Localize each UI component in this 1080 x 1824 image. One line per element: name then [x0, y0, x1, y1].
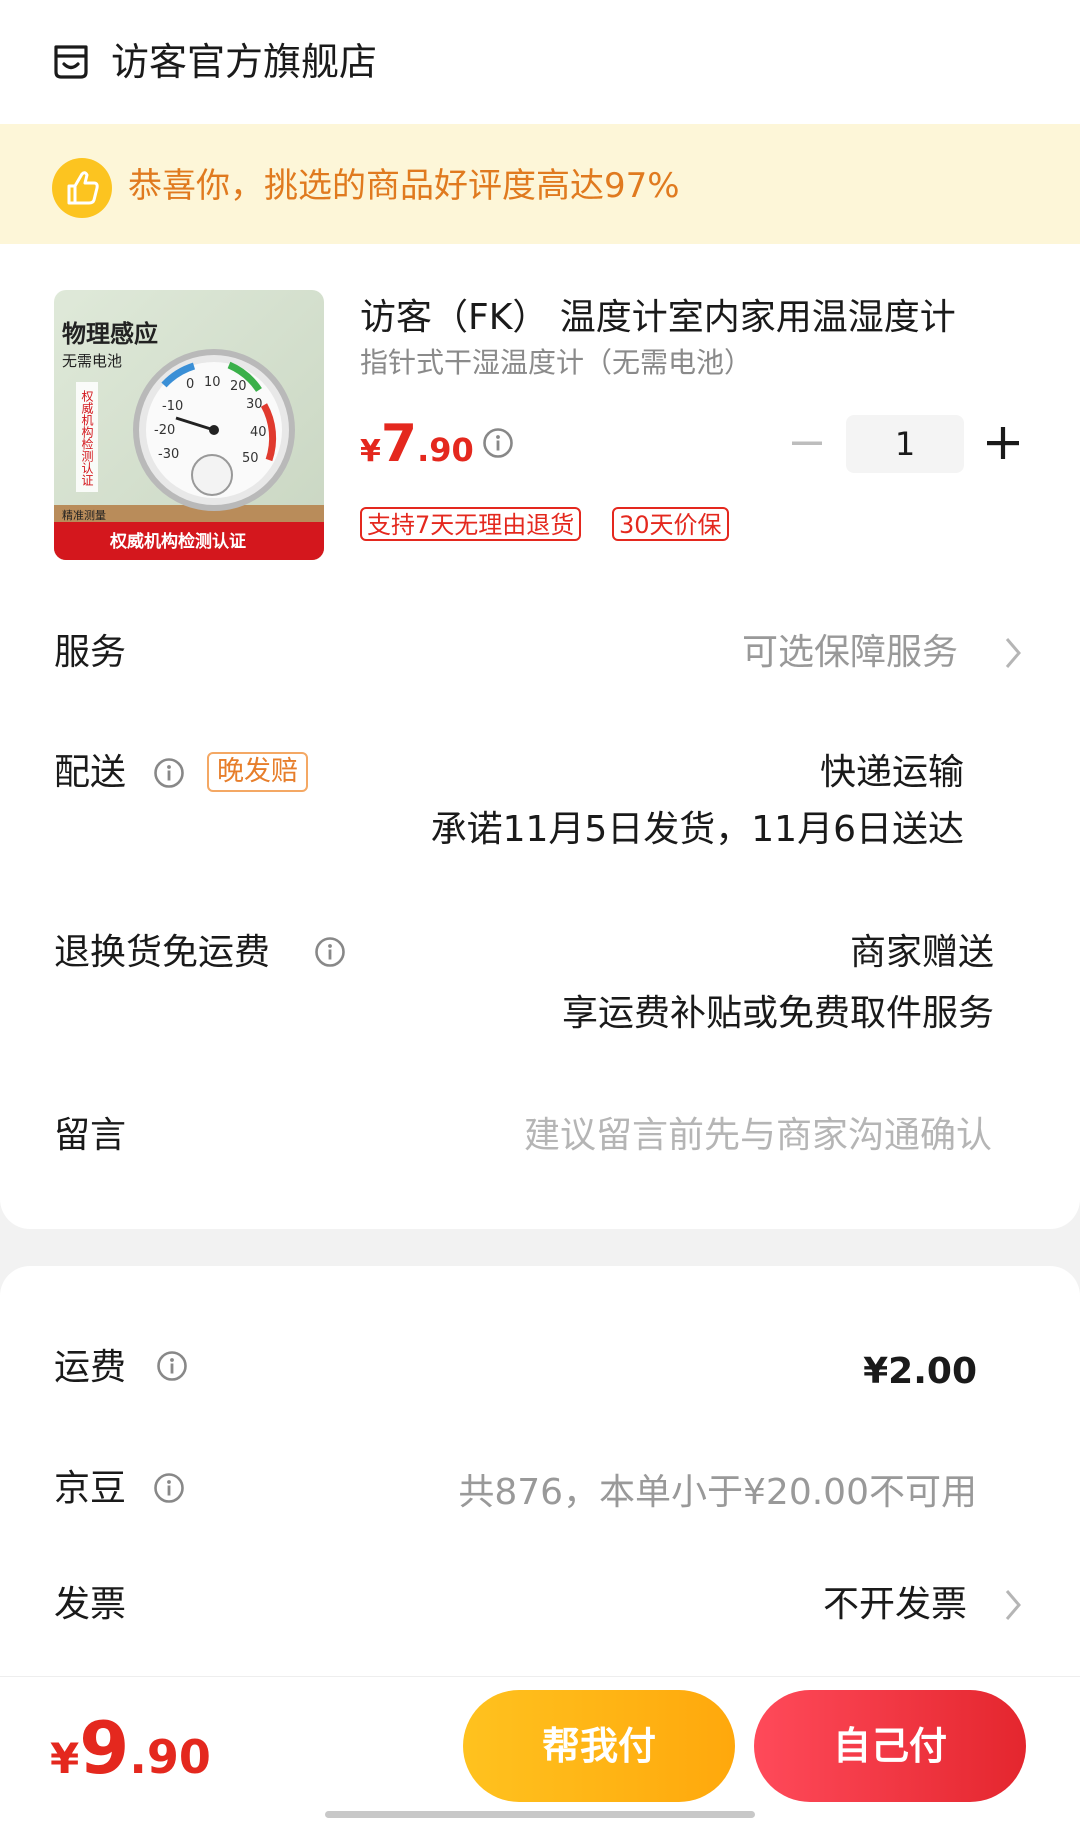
return-shipping-value: 商家赠送	[849, 932, 994, 973]
delivery-promise: 承诺11月5日发货，11月6日送达	[430, 809, 964, 850]
message-input[interactable]: 建议留言前先与商家沟通确认	[524, 1114, 992, 1158]
dial-number: 40	[250, 425, 267, 440]
return-shipping-label: 退换货免运费	[54, 932, 271, 973]
dial-number: 30	[246, 397, 263, 412]
praise-notice-text: 恭喜你，挑选的商品好评度高达97%	[128, 166, 680, 206]
thumbs-up-icon	[52, 158, 112, 218]
jingdou-info-icon[interactable]	[153, 1472, 185, 1508]
product-price: ¥7.90	[360, 414, 474, 474]
order-total: ¥9.90	[50, 1706, 211, 1790]
jingdou-value: 共876，本单小于¥20.00不可用	[458, 1472, 977, 1513]
delivery-label: 配送	[54, 752, 127, 793]
product-image-bottom-text: 权威机构检测认证	[109, 531, 246, 552]
home-indicator[interactable]	[325, 1811, 755, 1818]
message-label: 留言	[54, 1115, 127, 1156]
freight-value: ¥2.00	[863, 1351, 977, 1392]
invoice-value[interactable]: 不开发票	[823, 1583, 967, 1627]
product-title[interactable]: 访客（FK） 温度计室内家用温湿度计	[360, 296, 1010, 340]
self-pay-button[interactable]: 自己付	[754, 1690, 1026, 1802]
shop-name[interactable]: 访客官方旗舰店	[111, 40, 377, 84]
price-currency: ¥	[360, 434, 381, 469]
invoice-chevron-right-icon[interactable]	[1002, 1587, 1024, 1623]
total-currency: ¥	[50, 1734, 80, 1783]
dial-number: 20	[230, 379, 247, 394]
price-protect-tag: 30天价保	[612, 507, 729, 541]
return-policy-tag: 支持7天无理由退货	[360, 507, 582, 541]
return-shipping-detail: 享运费补贴或免费取件服务	[561, 993, 994, 1034]
price-info-icon[interactable]	[482, 427, 514, 463]
help-pay-button[interactable]: 帮我付	[463, 1690, 735, 1802]
delivery-method: 快递运输	[819, 752, 964, 793]
shop-icon	[54, 45, 88, 79]
late-shipment-compensation-tag: 晚发赔	[207, 752, 308, 792]
price-integer: 7	[380, 414, 418, 474]
product-image-side-text: 权威机构检测认证	[80, 390, 94, 486]
product-image-headline: 物理感应	[62, 320, 158, 348]
quantity-value[interactable]: 1	[846, 415, 964, 473]
quantity-plus-button[interactable]	[985, 425, 1021, 461]
invoice-label: 发票	[54, 1584, 127, 1625]
service-label: 服务	[54, 632, 127, 673]
total-integer: 9	[79, 1706, 130, 1790]
return-shipping-info-icon[interactable]	[314, 936, 346, 972]
product-image[interactable]: 10 20 30 40 50 0 -10 -20 -30 物理感应 无需电池 精…	[54, 290, 324, 560]
delivery-info-icon[interactable]	[153, 757, 185, 793]
jingdou-label: 京豆	[54, 1468, 127, 1509]
product-spec: 指针式干湿温度计（无需电池）	[360, 346, 753, 379]
dial-number: -20	[154, 423, 175, 438]
dial-number: -10	[162, 399, 183, 414]
freight-label: 运费	[54, 1347, 127, 1388]
quantity-minus-button[interactable]	[790, 426, 824, 460]
price-decimal: .90	[417, 431, 474, 469]
dial-number: 10	[204, 375, 221, 390]
dial-number: 50	[242, 451, 259, 466]
service-chevron-right-icon[interactable]	[1002, 635, 1024, 671]
service-value[interactable]: 可选保障服务	[742, 631, 958, 675]
freight-info-icon[interactable]	[156, 1350, 188, 1386]
dial-number: 0	[186, 377, 194, 392]
total-decimal: .90	[129, 1730, 211, 1784]
product-image-corner-text: 精准测量	[62, 509, 106, 522]
dial-number: -30	[158, 447, 179, 462]
product-image-subline: 无需电池	[62, 352, 122, 370]
